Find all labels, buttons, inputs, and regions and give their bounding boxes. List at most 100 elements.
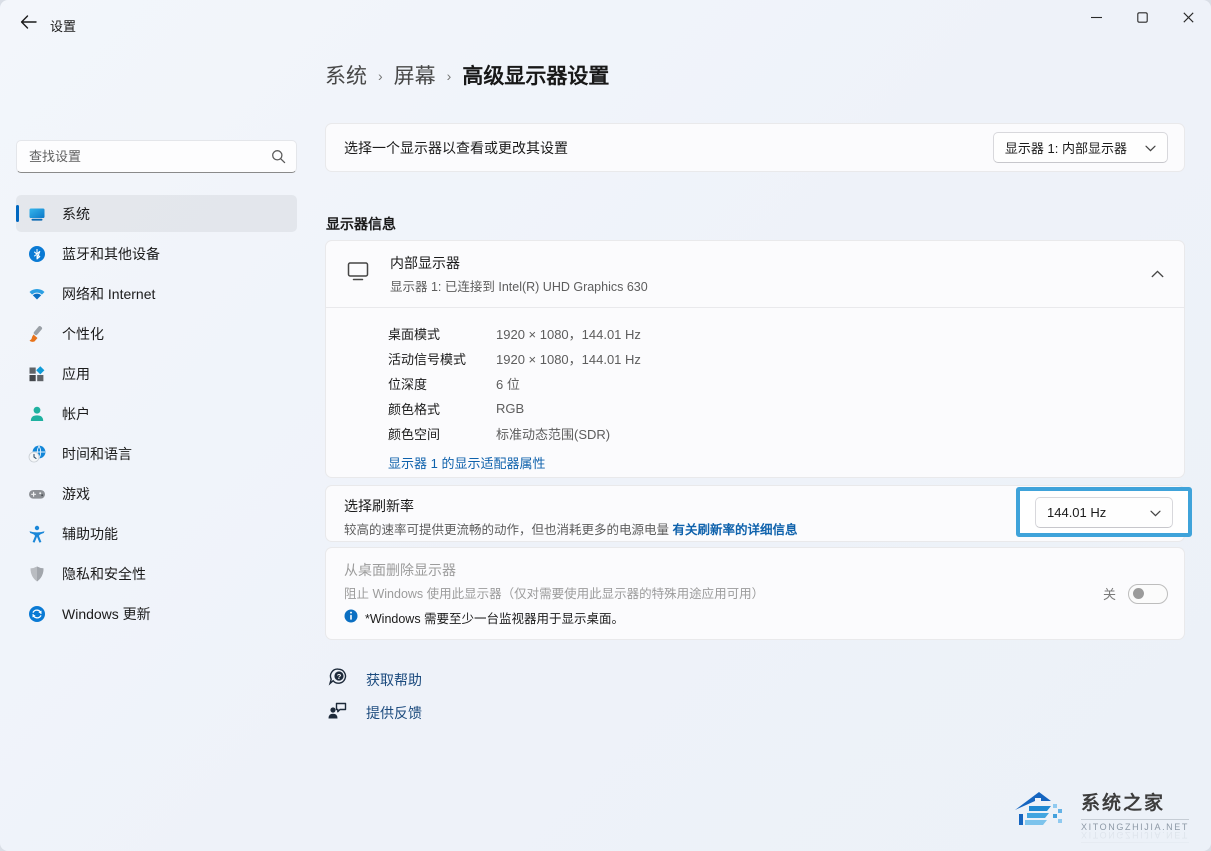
monitor-icon <box>345 260 371 288</box>
system-icon <box>28 205 46 223</box>
shield-icon <box>28 565 46 583</box>
get-help-label: 获取帮助 <box>366 670 422 690</box>
display-info-body: 桌面模式 1920 × 1080，144.01 Hz 活动信号模式 1920 ×… <box>326 308 1184 487</box>
sidebar-item-windows-update[interactable]: Windows 更新 <box>16 595 297 632</box>
info-label: 颜色空间 <box>388 424 496 443</box>
search-icon <box>271 149 286 169</box>
feedback-link[interactable]: 提供反馈 <box>327 699 422 726</box>
display-info-header[interactable]: 内部显示器 显示器 1: 已连接到 Intel(R) UHD Graphics … <box>326 241 1184 307</box>
settings-window: 设置 系统 <box>0 0 1211 851</box>
section-title: 显示器信息 <box>326 214 396 234</box>
sidebar-item-time-language[interactable]: 时间和语言 <box>16 435 297 472</box>
arrow-left-icon <box>20 15 37 34</box>
chevron-up-icon[interactable] <box>1151 265 1164 283</box>
display-info-card: 内部显示器 显示器 1: 已连接到 Intel(R) UHD Graphics … <box>325 240 1185 478</box>
sidebar-item-apps[interactable]: 应用 <box>16 355 297 392</box>
help-bubble-icon: ? <box>327 666 349 693</box>
sidebar-item-label: 网络和 Internet <box>62 284 155 304</box>
sidebar-item-personalization[interactable]: 个性化 <box>16 315 297 352</box>
sidebar-item-accounts[interactable]: 帐户 <box>16 395 297 432</box>
sidebar: 系统 蓝牙和其他设备 网络和 Internet 个性化 <box>16 140 297 635</box>
search-input[interactable] <box>17 141 296 172</box>
refresh-rate-value: 144.01 Hz <box>1047 505 1106 520</box>
refresh-rate-description: 较高的速率可提供更流畅的动作，但也消耗更多的电源电量 有关刷新率的详细信息 <box>344 519 984 538</box>
page-title: 高级显示器设置 <box>462 60 609 90</box>
remove-display-toggle[interactable] <box>1128 584 1168 604</box>
sidebar-item-network[interactable]: 网络和 Internet <box>16 275 297 312</box>
display-info-title: 内部显示器 <box>390 253 1151 273</box>
watermark-site-reflection: XITONGZHIJIA.NET <box>1081 830 1189 843</box>
sidebar-item-label: Windows 更新 <box>62 604 151 624</box>
breadcrumb: 系统 › 屏幕 › 高级显示器设置 <box>325 60 609 90</box>
chevron-down-icon <box>1145 140 1156 155</box>
sidebar-item-label: 帐户 <box>62 404 90 424</box>
sidebar-item-system[interactable]: 系统 <box>16 195 297 232</box>
sidebar-item-bluetooth-devices[interactable]: 蓝牙和其他设备 <box>16 235 297 272</box>
remove-display-title: 从桌面删除显示器 <box>344 560 764 580</box>
display-select-card: 选择一个显示器以查看或更改其设置 显示器 1: 内部显示器 <box>325 123 1185 172</box>
search-box[interactable] <box>16 140 297 173</box>
sidebar-item-label: 游戏 <box>62 484 90 504</box>
toggle-knob <box>1133 588 1144 599</box>
breadcrumb-display[interactable]: 屏幕 <box>394 60 436 90</box>
remove-display-note: *Windows 需要至少一台监视器用于显示桌面。 <box>344 608 764 627</box>
back-button[interactable] <box>10 9 46 39</box>
remove-display-toggle-group: 关 <box>1103 584 1168 604</box>
apps-icon <box>28 365 46 383</box>
info-row-bit-depth: 位深度 6 位 <box>388 371 1166 396</box>
person-icon <box>28 405 46 423</box>
toggle-state-label: 关 <box>1103 584 1116 603</box>
sidebar-item-label: 时间和语言 <box>62 444 132 464</box>
sidebar-item-accessibility[interactable]: 辅助功能 <box>16 515 297 552</box>
wifi-icon <box>28 285 46 303</box>
display-info-subtitle: 显示器 1: 已连接到 Intel(R) UHD Graphics 630 <box>390 276 1151 295</box>
info-value: 6 位 <box>496 374 520 393</box>
feedback-icon <box>327 699 349 726</box>
info-label: 活动信号模式 <box>388 349 496 368</box>
sidebar-item-label: 个性化 <box>62 324 104 344</box>
main-content: 系统 › 屏幕 › 高级显示器设置 选择一个显示器以查看或更改其设置 显示器 1… <box>325 0 1185 851</box>
accessibility-icon <box>28 525 46 543</box>
sidebar-item-label: 隐私和安全性 <box>62 564 146 584</box>
chevron-right-icon: › <box>447 66 452 84</box>
chevron-down-icon <box>1150 505 1161 520</box>
display-select-dropdown[interactable]: 显示器 1: 内部显示器 <box>993 132 1168 163</box>
highlight-annotation: 144.01 Hz <box>1016 487 1192 537</box>
feedback-label: 提供反馈 <box>366 703 422 723</box>
watermark-brand: 系统之家 <box>1081 788 1189 815</box>
sidebar-nav: 系统 蓝牙和其他设备 网络和 Internet 个性化 <box>16 195 297 632</box>
info-row-color-format: 颜色格式 RGB <box>388 396 1166 421</box>
info-row-signal-mode: 活动信号模式 1920 × 1080，144.01 Hz <box>388 346 1166 371</box>
sidebar-item-gaming[interactable]: 游戏 <box>16 475 297 512</box>
sidebar-item-label: 应用 <box>62 364 90 384</box>
remove-display-description: 阻止 Windows 使用此显示器（仅对需要使用此显示器的特殊用途应用可用） <box>344 583 764 602</box>
watermark-logo-icon <box>1011 788 1073 839</box>
info-value: RGB <box>496 401 524 416</box>
info-label: 颜色格式 <box>388 399 496 418</box>
info-label: 桌面模式 <box>388 324 496 343</box>
adapter-properties-link[interactable]: 显示器 1 的显示适配器属性 <box>388 453 545 472</box>
sidebar-item-label: 系统 <box>62 204 90 224</box>
refresh-rate-dropdown[interactable]: 144.01 Hz <box>1035 497 1173 528</box>
info-value: 1920 × 1080，144.01 Hz <box>496 349 641 368</box>
get-help-link[interactable]: ? 获取帮助 <box>327 666 422 693</box>
info-icon <box>344 609 358 626</box>
info-row-desktop-mode: 桌面模式 1920 × 1080，144.01 Hz <box>388 321 1166 346</box>
brush-icon <box>28 325 46 343</box>
sidebar-item-label: 辅助功能 <box>62 524 118 544</box>
update-icon <box>28 605 46 623</box>
sidebar-item-label: 蓝牙和其他设备 <box>62 244 160 264</box>
refresh-rate-description-text: 较高的速率可提供更流畅的动作，但也消耗更多的电源电量 <box>344 523 669 537</box>
info-label: 位深度 <box>388 374 496 393</box>
app-title: 设置 <box>50 16 76 35</box>
bluetooth-icon <box>28 245 46 263</box>
info-row-color-space: 颜色空间 标准动态范围(SDR) <box>388 421 1166 446</box>
chevron-right-icon: › <box>378 66 383 84</box>
refresh-rate-title: 选择刷新率 <box>344 496 984 516</box>
refresh-rate-info-link[interactable]: 有关刷新率的详细信息 <box>673 523 798 537</box>
remove-display-note-text: *Windows 需要至少一台监视器用于显示桌面。 <box>365 608 624 627</box>
sidebar-item-privacy-security[interactable]: 隐私和安全性 <box>16 555 297 592</box>
remove-display-card: 从桌面删除显示器 阻止 Windows 使用此显示器（仅对需要使用此显示器的特殊… <box>325 547 1185 640</box>
info-value: 标准动态范围(SDR) <box>496 424 610 443</box>
breadcrumb-system[interactable]: 系统 <box>325 60 367 90</box>
